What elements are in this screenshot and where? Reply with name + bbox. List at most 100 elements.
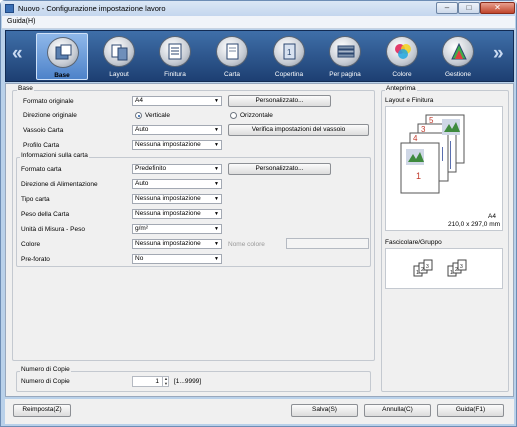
tab-layout[interactable]: Layout: [93, 33, 145, 80]
verticale-label: Verticale: [145, 112, 170, 119]
anteprima-title: Anteprima: [385, 85, 417, 92]
chevron-down-icon: ▼: [214, 226, 219, 232]
finishing-icon: [159, 36, 191, 67]
chevron-down-icon: ▼: [214, 241, 219, 247]
chevron-down-icon: ▼: [214, 256, 219, 262]
chevron-down-icon: ▼: [214, 211, 219, 217]
tab-label: Per pagina: [329, 71, 361, 78]
select-value: Auto: [135, 180, 149, 187]
paper-size: A4: [488, 213, 496, 220]
title-bar: Nuovo - Configurazione impostazione lavo…: [1, 1, 516, 16]
tab-label: Base: [54, 72, 70, 79]
formato-originale-select[interactable]: A4 ▼: [132, 96, 222, 106]
close-button[interactable]: ✕: [480, 2, 515, 14]
tab-label: Layout: [109, 71, 129, 78]
svg-text:2: 2: [421, 267, 424, 273]
tab-label: Colore: [392, 71, 412, 78]
alimentazione-label: Direzione di Alimentazione: [21, 181, 98, 188]
collate-icon: 123 123: [413, 259, 467, 277]
cover-icon: 1: [273, 36, 305, 67]
peso-label: Peso della Carta: [21, 211, 70, 218]
base-icon: [47, 37, 79, 68]
orizzontale-radio[interactable]: [230, 112, 237, 119]
select-value: Nessuna impostazione: [135, 141, 201, 148]
chevron-down-icon: ▼: [214, 166, 219, 172]
unita-select[interactable]: g/m² ▼: [132, 224, 222, 234]
formato-originale-label: Formato originale: [23, 98, 74, 105]
select-value: Nessuna impostazione: [135, 210, 201, 217]
svg-text:2: 2: [455, 267, 458, 273]
save-button[interactable]: Salva(S): [291, 404, 358, 417]
layout-finitura-label: Layout e Finitura: [385, 97, 434, 104]
settings-panel: Base Formato originale A4 ▼ Personalizzat…: [5, 83, 514, 397]
svg-text:1: 1: [450, 270, 453, 276]
formato-carta-select[interactable]: Predefinito ▼: [132, 164, 222, 174]
svg-text:3: 3: [426, 264, 429, 270]
colore-label: Colore: [21, 241, 41, 248]
reset-button[interactable]: Reimposta(Z): [13, 404, 71, 417]
preforato-label: Pre-forato: [21, 256, 50, 263]
verifica-vassoio-button[interactable]: Verifica impostazioni del vassoio: [228, 124, 369, 136]
chevron-down-icon: ▼: [214, 127, 219, 133]
page-number: 5: [429, 116, 434, 125]
svg-text:1: 1: [287, 48, 292, 57]
vassoio-select[interactable]: Auto ▼: [132, 125, 222, 135]
verticale-radio[interactable]: [135, 112, 142, 119]
window-title: Nuovo - Configurazione impostazione lavo…: [18, 4, 166, 13]
per-page-icon: [329, 36, 361, 67]
copie-label: Numero di Copie: [21, 378, 70, 385]
alimentazione-select[interactable]: Auto ▼: [132, 179, 222, 189]
help-button[interactable]: Guida(F1): [437, 404, 504, 417]
chevron-down-icon: ▼: [214, 98, 219, 104]
profilo-select[interactable]: Nessuna impostazione ▼: [132, 140, 222, 150]
tab-gestione[interactable]: Gestione: [432, 33, 484, 80]
base-group-title: Base: [17, 85, 34, 92]
unita-label: Unità di Misura - Peso: [21, 226, 85, 233]
menu-help[interactable]: Guida(H): [7, 18, 35, 25]
select-value: Nessuna impostazione: [135, 195, 201, 202]
window: Nuovo - Configurazione impostazione lavo…: [0, 0, 517, 427]
layout-preview: 5 3 4 1 A4 210,0 x 297,0 mm: [385, 106, 503, 231]
personalizzato-carta-button[interactable]: Personalizzato...: [228, 163, 331, 175]
tab-base[interactable]: Base: [36, 33, 88, 80]
preforato-select[interactable]: No ▼: [132, 254, 222, 264]
chevron-down-icon: ▼: [214, 196, 219, 202]
tab-label: Gestione: [444, 71, 472, 78]
copie-spinner[interactable]: ▲ ▼: [162, 376, 169, 387]
tab-carta[interactable]: Carta: [206, 33, 258, 80]
chevron-down-icon: ▼: [214, 142, 219, 148]
cancel-button[interactable]: Annulla(C): [364, 404, 431, 417]
tab-finitura[interactable]: Finitura: [149, 33, 201, 80]
tab-label: Copertina: [274, 71, 304, 78]
profilo-label: Profilo Carta: [23, 142, 60, 149]
scroll-right-arrow-icon[interactable]: »: [493, 43, 504, 65]
tab-colore[interactable]: Colore: [376, 33, 428, 80]
paper-icon: [216, 36, 248, 67]
tab-copertina[interactable]: 1 Copertina: [263, 33, 315, 80]
personalizzato-originale-button[interactable]: Personalizzato...: [228, 95, 331, 107]
nome-colore-label: Nome colore: [228, 241, 265, 248]
info-carta-title: Informazioni sulla carta: [20, 152, 89, 159]
vassoio-label: Vassoio Carta: [23, 127, 64, 134]
tab-label: Carta: [224, 71, 240, 78]
page-number: 4: [413, 134, 418, 143]
colore-select[interactable]: Nessuna impostazione ▼: [132, 239, 222, 249]
select-value: A4: [135, 97, 143, 104]
paper-dimensions: 210,0 x 297,0 mm: [448, 221, 501, 228]
minimize-button[interactable]: –: [436, 2, 458, 14]
menu-bar: Guida(H): [2, 16, 515, 29]
peso-select[interactable]: Nessuna impostazione ▼: [132, 209, 222, 219]
scroll-left-arrow-icon[interactable]: «: [12, 43, 23, 65]
chevron-down-icon: ▼: [214, 181, 219, 187]
app-icon: [5, 4, 14, 13]
select-value: No: [135, 255, 144, 262]
management-icon: [442, 36, 474, 67]
copie-range: [1...9999]: [174, 378, 202, 385]
tab-per-pagina[interactable]: Per pagina: [319, 33, 371, 80]
svg-text:3: 3: [460, 264, 463, 270]
copie-group-title: Numero di Copie: [20, 366, 71, 373]
tipo-select[interactable]: Nessuna impostazione ▼: [132, 194, 222, 204]
tipo-label: Tipo carta: [21, 196, 50, 203]
nome-colore-input[interactable]: [286, 238, 369, 249]
maximize-button[interactable]: □: [458, 2, 480, 14]
